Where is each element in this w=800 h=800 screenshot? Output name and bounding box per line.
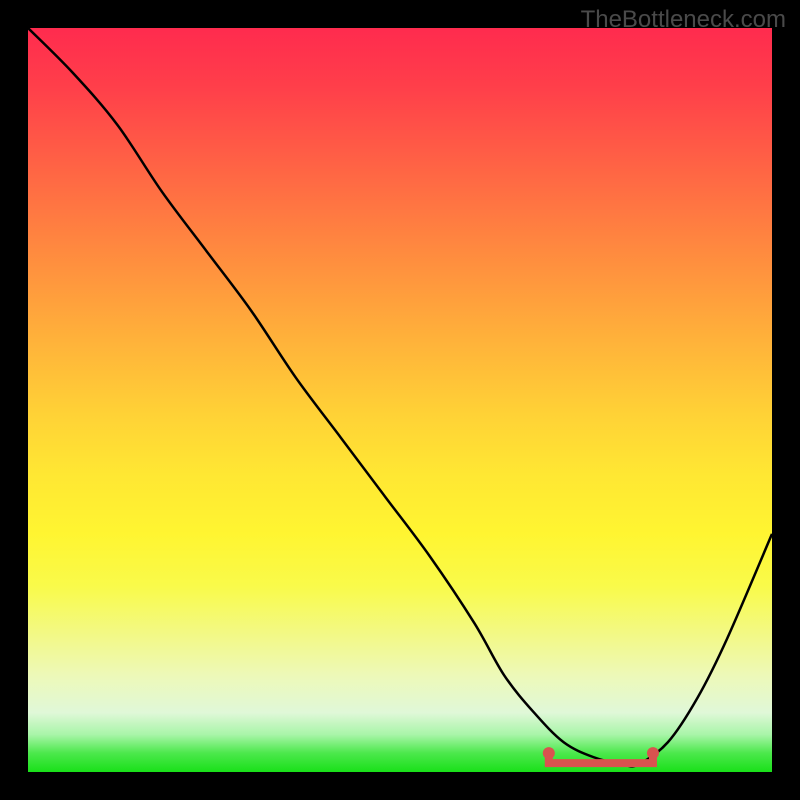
optimal-range-marker	[549, 753, 653, 763]
optimal-range-marker-start-dot	[543, 747, 555, 759]
chart-container: TheBottleneck.com	[0, 0, 800, 800]
watermark-text: TheBottleneck.com	[581, 6, 786, 34]
chart-svg	[28, 28, 772, 772]
optimal-range-marker-end-dot	[647, 747, 659, 759]
bottleneck-curve-line	[28, 28, 772, 767]
plot-area	[28, 28, 772, 772]
